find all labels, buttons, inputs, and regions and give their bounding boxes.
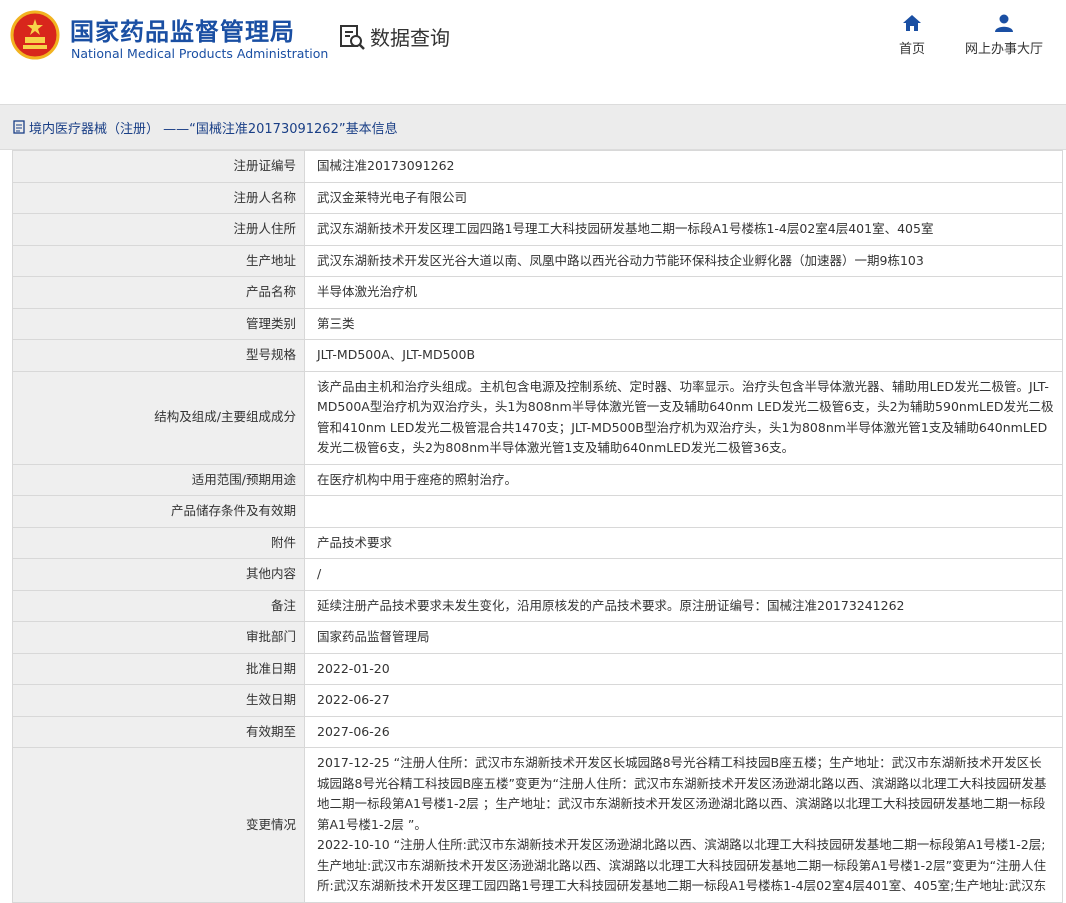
field-label: 结构及组成/主要组成成分 [12,370,305,465]
table-row: 附件 产品技术要求 [12,526,1063,559]
field-label: 生效日期 [12,684,305,717]
document-icon [13,120,25,134]
home-icon [903,15,921,31]
field-value: 国家药品监督管理局 [304,621,1063,654]
table-row: 管理类别 第三类 [12,307,1063,340]
field-label: 变更情况 [12,747,305,903]
field-value: 武汉金莱特光电子有限公司 [304,181,1063,214]
field-label: 备注 [12,589,305,622]
detail-table-wrapper: 注册证编号 国械注准20173091262 注册人名称 武汉金莱特光电子有限公司 注册人… [12,150,1064,903]
detail-table: 注册证编号 国械注准20173091262 注册人名称 武汉金莱特光电子有限公司 注册人… [12,150,1063,903]
table-row: 注册证编号 国械注准20173091262 [12,150,1063,183]
field-value: 在医疗机构中用于痤疮的照射治疗。 [304,463,1063,496]
user-icon [995,14,1013,32]
nav-home[interactable]: 首页 [899,14,925,57]
field-label: 适用范围/预期用途 [12,463,305,496]
site-subtitle: National Medical Products Administration [71,46,329,61]
table-row: 批准日期 2022-01-20 [12,652,1063,685]
field-value: 2022-06-27 [304,684,1063,717]
table-row: 其他内容 / [12,558,1063,591]
field-value: 2022-01-20 [304,652,1063,685]
field-value: / [304,558,1063,591]
table-row: 有效期至 2027-06-26 [12,715,1063,748]
site-title: 国家药品监督管理局 [70,18,295,46]
table-row: 审批部门 国家药品监督管理局 [12,621,1063,654]
field-value: 国械注准20173091262 [304,150,1063,183]
table-row: 变更情况 2017-12-25 “注册人住所：武汉市东湖新技术开发区长城园路8号… [12,747,1063,903]
table-row: 注册人名称 武汉金莱特光电子有限公司 [12,181,1063,214]
breadcrumb-text: 境内医疗器械（注册） ——“国械注准20173091262”基本信息 [29,121,398,137]
table-row: 备注 延续注册产品技术要求未发生变化，沿用原核发的产品技术要求。原注册证编号：国械… [12,589,1063,622]
site-header: 国家药品监督管理局 National Medical Products Admi… [0,0,1066,86]
field-label: 注册证编号 [12,150,305,183]
table-row: 注册人住所 武汉东湖新技术开发区理工园四路1号理工大科技园研发基地二期一标段A1号… [12,213,1063,246]
nav-online-service-label: 网上办事大厅 [965,42,1044,57]
field-label: 注册人名称 [12,181,305,214]
change-entry: 2017-12-25 “注册人住所：武汉市东湖新技术开发区长城园路8号光谷精工科… [317,755,1047,832]
field-value: 该产品由主机和治疗头组成。主机包含电源及控制系统、定时器、功率显示。治疗头包含半… [304,370,1063,465]
document-search-icon [340,24,365,50]
nav-home-label: 首页 [899,42,926,57]
change-history: 2017-12-25 “注册人住所：武汉市东湖新技术开发区长城园路8号光谷精工科… [304,747,1063,903]
field-value: 第三类 [304,307,1063,340]
field-value: 武汉东湖新技术开发区光谷大道以南、凤凰中路以西光谷动力节能环保科技企业孵化器（加… [304,244,1063,277]
national-emblem-icon [10,10,60,60]
nav-online-service[interactable]: 网上办事大厅 [965,14,1043,57]
table-row: 生效日期 2022-06-27 [12,684,1063,717]
change-entry: 2022-10-10 “注册人住所:武汉市东湖新技术开发区汤逊湖北路以西、滨湖路… [317,837,1047,893]
field-label: 产品储存条件及有效期 [12,495,305,528]
field-label: 产品名称 [12,276,305,309]
field-label: 注册人住所 [12,213,305,246]
field-label: 生产地址 [12,244,305,277]
data-query-link[interactable]: 数据查询 [338,22,450,51]
table-row: 适用范围/预期用途 在医疗机构中用于痤疮的照射治疗。 [12,463,1063,496]
table-row: 型号规格 JLT-MD500A、JLT-MD500B [12,339,1063,372]
field-value: 产品技术要求 [304,526,1063,559]
table-row: 生产地址 武汉东湖新技术开发区光谷大道以南、凤凰中路以西光谷动力节能环保科技企业孵… [12,244,1063,277]
table-row: 产品名称 半导体激光治疗机 [12,276,1063,309]
table-row: 产品储存条件及有效期 [12,495,1063,528]
field-label: 有效期至 [12,715,305,748]
field-label: 型号规格 [12,339,305,372]
table-row: 结构及组成/主要组成成分 该产品由主机和治疗头组成。主机包含电源及控制系统、定时器… [12,370,1063,465]
field-label: 附件 [12,526,305,559]
field-value: 武汉东湖新技术开发区理工园四路1号理工大科技园研发基地二期一标段A1号楼栋1-4… [304,213,1063,246]
field-value: 半导体激光治疗机 [304,276,1063,309]
breadcrumb: 境内医疗器械（注册） ——“国械注准20173091262”基本信息 [0,104,1066,150]
data-query-label: 数据查询 [370,26,450,50]
field-label: 审批部门 [12,621,305,654]
field-value: 延续注册产品技术要求未发生变化，沿用原核发的产品技术要求。原注册证编号：国械注准… [304,589,1063,622]
field-label: 其他内容 [12,558,305,591]
field-value: JLT-MD500A、JLT-MD500B [304,339,1063,372]
field-value [304,495,1063,528]
field-value: 2027-06-26 [304,715,1063,748]
field-label: 管理类别 [12,307,305,340]
field-label: 批准日期 [12,652,305,685]
